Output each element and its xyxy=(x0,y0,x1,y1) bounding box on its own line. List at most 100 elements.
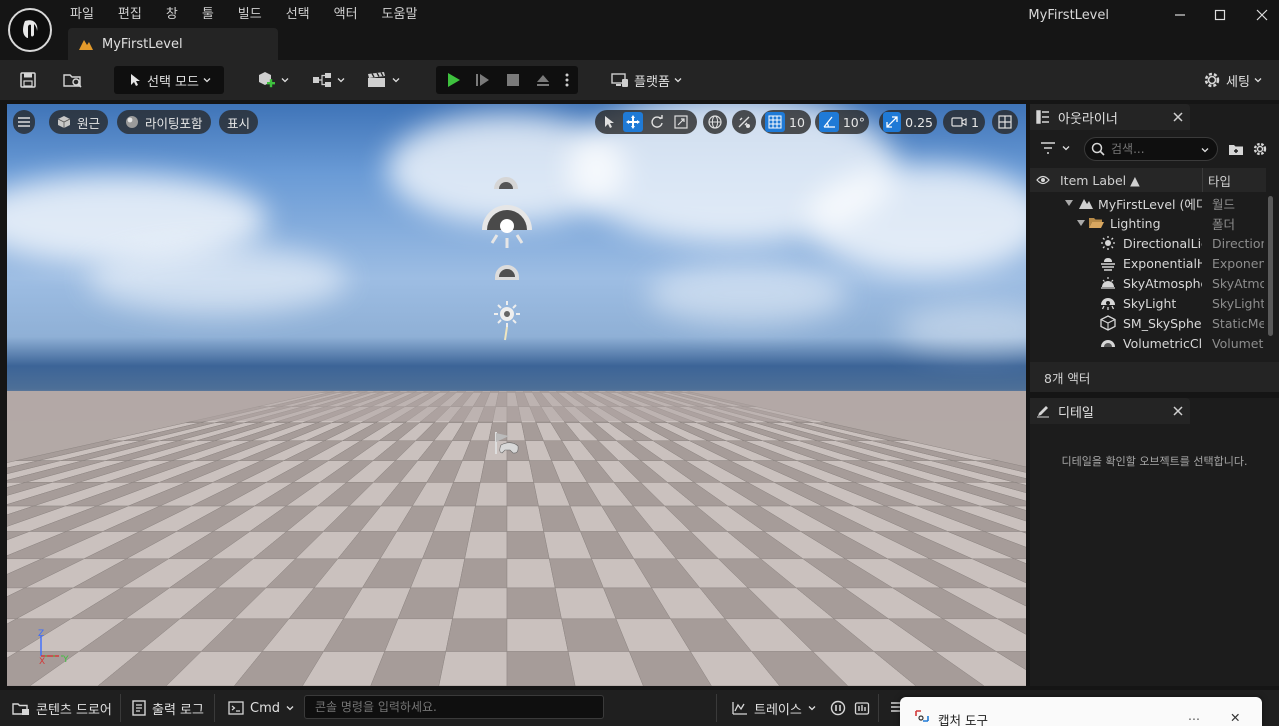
show-button[interactable]: 표시 xyxy=(219,110,259,134)
directional-light-gizmo-icon[interactable] xyxy=(493,300,521,344)
cinematics-button[interactable] xyxy=(362,66,404,94)
trace-dropdown[interactable]: 트레이스 xyxy=(732,695,816,721)
outliner-search[interactable] xyxy=(1084,137,1218,161)
column-type[interactable]: 타입 xyxy=(1208,171,1231,190)
frame-advance-icon[interactable] xyxy=(474,71,492,89)
menu-file[interactable]: 파일 xyxy=(70,6,106,24)
menu-build[interactable]: 빌드 xyxy=(226,6,274,24)
menu-actor[interactable]: 액터 xyxy=(322,6,370,24)
outliner-search-input[interactable] xyxy=(1111,142,1191,156)
select-mode-dropdown[interactable]: 선택 모드 xyxy=(114,66,224,94)
status-separator xyxy=(716,694,717,722)
outliner-columns: Item Label ▲ 타입 xyxy=(1030,168,1266,192)
outliner-settings-icon[interactable] xyxy=(1252,141,1268,157)
capture-tool-window[interactable]: 캡처 도구 ... ✕ xyxy=(900,697,1262,726)
tree-row-directional-light[interactable]: DirectionalLight DirectionalLight xyxy=(1030,233,1266,253)
window-title: MyFirstLevel xyxy=(1028,8,1109,23)
output-log-icon xyxy=(132,700,146,716)
rotation-snap-icon[interactable] xyxy=(819,112,839,132)
capture-close-button[interactable]: ✕ xyxy=(1230,710,1240,725)
more-options-icon[interactable] xyxy=(564,71,570,89)
chevron-down-icon xyxy=(203,78,211,83)
world-space-button[interactable] xyxy=(703,110,727,134)
unreal-logo-icon[interactable] xyxy=(8,8,52,52)
scale-tool-icon[interactable] xyxy=(671,112,691,132)
close-window-button[interactable] xyxy=(1242,4,1279,26)
menu-edit[interactable]: 편집 xyxy=(106,6,154,24)
derived-data-icon[interactable] xyxy=(830,700,846,716)
play-icon[interactable] xyxy=(444,71,462,89)
level-document-tab[interactable]: MyFirstLevel xyxy=(68,28,278,60)
menu-tools[interactable]: 툴 xyxy=(190,6,226,24)
add-actor-button[interactable] xyxy=(252,66,292,94)
expand-arrow-icon[interactable] xyxy=(1064,198,1074,208)
tree-row-sky-atmosphere[interactable]: SkyAtmosphere SkyAtmosphere xyxy=(1030,273,1266,293)
surface-snap-button[interactable] xyxy=(732,110,756,134)
console-icon xyxy=(228,701,244,715)
rotation-snap-group[interactable]: 10° xyxy=(815,110,869,134)
expand-arrow-icon[interactable] xyxy=(1076,218,1086,228)
menu-help[interactable]: 도움말 xyxy=(370,6,430,24)
sky-light-gizmo-icon[interactable] xyxy=(480,202,534,254)
level-viewport[interactable]: 원근 라이팅포함 표시 10 10° 0.25 1 Z X Y xyxy=(7,104,1026,686)
sky-sphere-gizmo-icon[interactable] xyxy=(491,176,521,190)
grid-snap-icon[interactable] xyxy=(765,112,785,132)
filter-button[interactable] xyxy=(1040,141,1070,155)
grid-snap-group[interactable]: 10 xyxy=(761,110,811,134)
tree-row-lighting-folder[interactable]: Lighting 폴더 xyxy=(1030,213,1266,233)
tree-row-volumetric-cloud[interactable]: VolumetricCloud VolumetricCloud xyxy=(1030,333,1266,353)
eject-icon[interactable] xyxy=(534,71,552,89)
output-log-button[interactable]: 출력 로그 xyxy=(132,695,204,721)
tree-row-sky-light[interactable]: SkyLight SkyLight xyxy=(1030,293,1266,313)
camera-speed-button[interactable]: 1 xyxy=(943,110,985,134)
close-details-icon[interactable] xyxy=(1173,406,1183,416)
perspective-button[interactable]: 원근 xyxy=(49,110,109,134)
capture-more-button[interactable]: ... xyxy=(1188,708,1200,723)
add-folder-icon[interactable] xyxy=(1228,141,1244,157)
outliner-scrollbar[interactable] xyxy=(1268,196,1273,336)
cmd-dropdown[interactable]: Cmd xyxy=(228,695,294,721)
viewport-menu-button[interactable] xyxy=(13,110,35,134)
tree-row-world[interactable]: MyFirstLevel (에디터) 월드 xyxy=(1030,193,1266,213)
save-button[interactable] xyxy=(14,66,42,94)
menu-window[interactable]: 창 xyxy=(154,6,190,24)
chevron-down-icon xyxy=(281,78,289,83)
visibility-eye-icon[interactable] xyxy=(1036,174,1050,186)
stop-icon[interactable] xyxy=(504,71,522,89)
sky-atmosphere-gizmo-icon[interactable] xyxy=(493,259,521,281)
tree-row-label: Lighting xyxy=(1110,215,1161,231)
outliner-tab[interactable]: 아웃라이너 xyxy=(1030,104,1190,130)
tree-row-sky-sphere[interactable]: SM_SkySphere StaticMeshActor xyxy=(1030,313,1266,333)
scale-snap-icon[interactable] xyxy=(883,112,902,132)
scale-snap-group[interactable]: 0.25 xyxy=(879,110,937,134)
platform-dropdown[interactable]: 플랫폼 xyxy=(606,66,686,94)
lighting-mode-button[interactable]: 라이팅포함 xyxy=(117,110,211,134)
source-control-icon[interactable] xyxy=(854,700,870,716)
console-command-input[interactable] xyxy=(304,695,604,719)
tree-row-label: SM_SkySphere xyxy=(1123,315,1202,331)
capture-tool-title: 캡처 도구 xyxy=(938,713,988,726)
status-separator xyxy=(878,694,879,722)
column-item-label[interactable]: Item Label ▲ xyxy=(1060,173,1140,188)
menu-select[interactable]: 선택 xyxy=(274,6,322,24)
fog-icon xyxy=(1101,258,1115,271)
minimize-button[interactable] xyxy=(1160,4,1200,26)
content-drawer-button[interactable]: 콘텐츠 드로어 xyxy=(12,695,112,721)
settings-label: 세팅 xyxy=(1226,74,1250,90)
viewport-layout-button[interactable] xyxy=(992,110,1018,134)
move-tool-icon[interactable] xyxy=(623,112,643,132)
close-outliner-icon[interactable] xyxy=(1173,112,1183,122)
select-tool-icon[interactable] xyxy=(599,112,619,132)
content-drawer-icon xyxy=(12,703,29,715)
tree-row-height-fog[interactable]: ExponentialHeightFog ExponentialHeightFo… xyxy=(1030,253,1266,273)
details-tab[interactable]: 디테일 xyxy=(1030,398,1190,424)
rotate-tool-icon[interactable] xyxy=(647,112,667,132)
settings-dropdown[interactable]: 세팅 xyxy=(1198,66,1266,94)
player-start-gizmo-icon[interactable] xyxy=(493,430,521,456)
browse-button[interactable] xyxy=(58,66,88,94)
maximize-button[interactable] xyxy=(1200,4,1240,26)
blueprint-button[interactable] xyxy=(306,66,350,94)
chevron-down-icon[interactable] xyxy=(1201,146,1209,154)
tree-row-type: SkyAtmosphere xyxy=(1212,275,1264,291)
content-drawer-label: 콘텐츠 드로어 xyxy=(36,702,112,718)
